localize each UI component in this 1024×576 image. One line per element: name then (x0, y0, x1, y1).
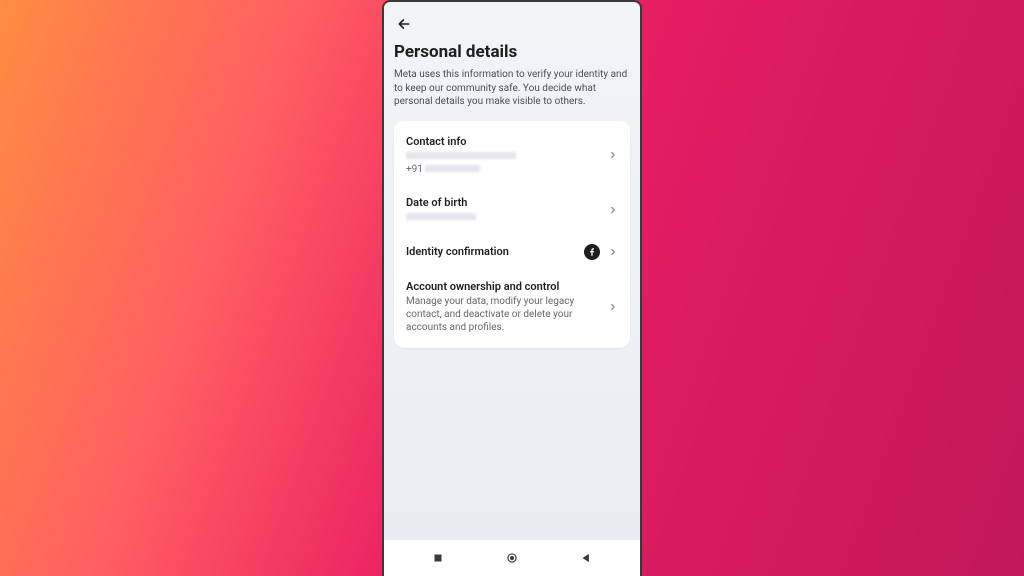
settings-card: Contact info +91 Date of birth Identity … (394, 121, 630, 348)
contact-info-email (406, 150, 600, 163)
system-nav-bar (384, 540, 640, 576)
back-button[interactable] (394, 14, 414, 34)
dob-value (406, 211, 600, 224)
chevron-right-icon (608, 302, 618, 312)
circle-icon (505, 551, 519, 565)
date-of-birth-row[interactable]: Date of birth (394, 186, 630, 234)
identity-title: Identity confirmation (406, 245, 576, 258)
ownership-description: Manage your data, modify your legacy con… (406, 295, 600, 334)
page-subtitle: Meta uses this information to verify you… (394, 68, 630, 109)
arrow-left-icon (396, 16, 412, 32)
nav-home-button[interactable] (492, 546, 532, 570)
facebook-icon (584, 244, 600, 260)
phone-frame: Personal details Meta uses this informat… (382, 0, 642, 576)
triangle-left-icon (579, 551, 593, 565)
chevron-right-icon (608, 150, 618, 160)
chevron-right-icon (608, 205, 618, 215)
contact-info-title: Contact info (406, 135, 600, 148)
contact-info-phone: +91 (406, 163, 600, 176)
nav-back-button[interactable] (566, 546, 606, 570)
nav-recents-button[interactable] (418, 546, 458, 570)
page-title: Personal details (394, 42, 630, 62)
screen: Personal details Meta uses this informat… (384, 2, 640, 540)
contact-info-row[interactable]: Contact info +91 (394, 125, 630, 186)
account-ownership-row[interactable]: Account ownership and control Manage you… (394, 270, 630, 344)
identity-confirmation-row[interactable]: Identity confirmation (394, 234, 630, 270)
square-icon (431, 551, 445, 565)
dob-title: Date of birth (406, 196, 600, 209)
ownership-title: Account ownership and control (406, 280, 600, 293)
chevron-right-icon (608, 247, 618, 257)
